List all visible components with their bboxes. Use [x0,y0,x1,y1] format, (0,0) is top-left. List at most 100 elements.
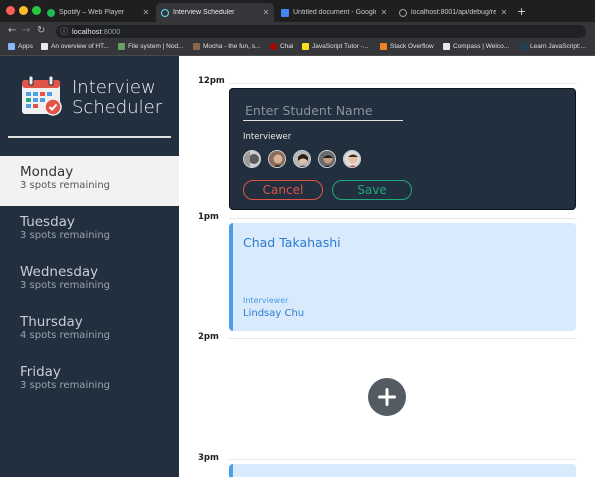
interviewer-avatar[interactable] [343,150,361,168]
url-host: localhost [72,27,102,36]
interviewer-avatar[interactable] [318,150,336,168]
chai-icon [270,43,277,50]
bookmark-js-tutor[interactable]: JavaScript Tutor -... [302,43,368,50]
tab-label: Interview Scheduler [173,9,235,16]
maximize-window-icon[interactable] [32,6,41,15]
js-tutor-icon [302,43,309,50]
appointment-form: Interviewer Cancel Save [229,88,576,210]
close-icon[interactable]: ✕ [500,8,508,17]
codecademy-icon [520,43,527,50]
url-port: :8000 [101,27,121,36]
add-appointment-button[interactable] [368,378,406,416]
day-item-friday[interactable]: Friday 3 spots remaining [0,356,179,406]
interviewer-avatar[interactable] [243,150,261,168]
appointment-interviewer-label: Interviewer [243,296,289,305]
tab-label: Spotify – Web Player [59,9,125,16]
compass-icon [443,43,450,50]
interviewer-label: Interviewer [243,132,292,142]
day-spots: 3 spots remaining [20,280,111,291]
schedule: 12pm Interviewer Cancel Save 1pm Chad Ta… [179,56,595,477]
tab-debug-reset[interactable]: localhost:8001/api/debug/reset ✕ [394,3,512,22]
bookmark-label: File system | Nod... [128,43,184,50]
bookmark-compass[interactable]: Compass | Welco... [443,43,509,50]
time-label: 2pm [198,332,219,342]
bookmarks-bar: Apps An overview of HT... File system | … [0,40,595,56]
time-divider [229,459,577,460]
spotify-icon [47,8,55,17]
day-name: Monday [20,164,74,180]
day-item-wednesday[interactable]: Wednesday 3 spots remaining [0,256,179,306]
time-label: 12pm [198,76,225,86]
interviewer-avatar[interactable] [268,150,286,168]
appointment-card[interactable] [229,464,576,477]
bookmark-label: Stack Overflow [390,43,434,50]
close-icon[interactable]: ✕ [262,8,270,17]
new-tab-icon[interactable]: + [517,5,526,18]
back-arrow-icon[interactable]: ← [8,24,16,38]
address-bar[interactable]: ⓘ localhost:8000 [56,25,586,38]
sidebar: Interview Scheduler Monday 3 spots remai… [0,56,179,477]
react-icon [161,8,169,17]
forward-arrow-icon[interactable]: → [22,24,30,38]
bookmark-mocha[interactable]: Mocha - the fun, s... [193,43,260,50]
bookmark-label: An overview of HT... [51,43,109,50]
appointment-interviewer-name: Lindsay Chu [243,308,305,319]
day-name: Tuesday [20,214,75,230]
minimize-window-icon[interactable] [19,6,28,15]
close-icon[interactable]: ✕ [380,8,388,17]
node-icon [118,43,125,50]
student-name-input[interactable] [243,101,403,121]
tab-strip: Spotify – Web Player ✕ Interview Schedul… [0,0,595,22]
brand: Interview Scheduler [20,74,170,124]
plus-icon [378,388,396,406]
mocha-icon [193,43,200,50]
bookmark-icon [41,43,48,50]
day-name: Thursday [20,314,83,330]
stackoverflow-icon [380,43,387,50]
docs-icon [281,8,289,17]
day-name: Friday [20,364,61,380]
browser-toolbar: ← → ↻ ⓘ localhost:8000 [0,22,595,40]
globe-icon [399,8,407,17]
close-window-icon[interactable] [6,6,15,15]
time-divider [229,83,577,84]
appointment-student: Chad Takahashi [243,235,341,250]
close-icon[interactable]: ✕ [142,8,150,17]
browser-chrome: Spotify – Web Player ✕ Interview Schedul… [0,0,595,56]
day-item-tuesday[interactable]: Tuesday 3 spots remaining [0,206,179,256]
bookmark-learn-js[interactable]: Learn JavaScript:... [520,43,586,50]
reload-icon[interactable]: ↻ [37,24,45,38]
time-label: 1pm [198,212,219,222]
day-spots: 3 spots remaining [20,380,111,391]
tab-interview-scheduler[interactable]: Interview Scheduler ✕ [156,3,274,22]
sidebar-divider [8,136,171,138]
time-divider [229,218,577,219]
tab-label: localhost:8001/api/debug/reset [411,9,496,16]
day-item-thursday[interactable]: Thursday 4 spots remaining [0,306,179,356]
day-spots: 3 spots remaining [20,180,111,191]
bookmark-label: JavaScript Tutor -... [312,43,369,50]
day-spots: 3 spots remaining [20,230,111,241]
tab-label: Untitled document - Google Docs [293,9,376,16]
brand-title: Interview Scheduler [72,77,163,118]
time-label: 3pm [198,453,219,463]
apps-icon [8,43,15,50]
bookmark-node-fs[interactable]: File system | Nod... [118,43,184,50]
save-button[interactable]: Save [332,180,412,200]
bookmark-stackoverflow[interactable]: Stack Overflow [380,43,434,50]
info-icon[interactable]: ⓘ [60,25,68,38]
tab-spotify[interactable]: Spotify – Web Player ✕ [42,3,154,22]
bookmark-html-overview[interactable]: An overview of HT... [41,43,109,50]
appointment-card[interactable]: Chad Takahashi Interviewer Lindsay Chu [229,223,576,331]
interviewer-avatar[interactable] [293,150,311,168]
bookmark-label: Mocha - the fun, s... [203,43,261,50]
bookmark-chai[interactable]: Chai [270,43,293,50]
bookmark-label: Chai [280,43,294,50]
day-item-monday[interactable]: Monday 3 spots remaining [0,156,179,206]
bookmark-apps[interactable]: Apps [8,43,33,50]
tab-google-docs[interactable]: Untitled document - Google Docs ✕ [276,3,392,22]
bookmark-label: Learn JavaScript:... [530,43,586,50]
calendar-logo-icon [22,75,62,116]
day-name: Wednesday [20,264,99,280]
cancel-button[interactable]: Cancel [243,180,323,200]
